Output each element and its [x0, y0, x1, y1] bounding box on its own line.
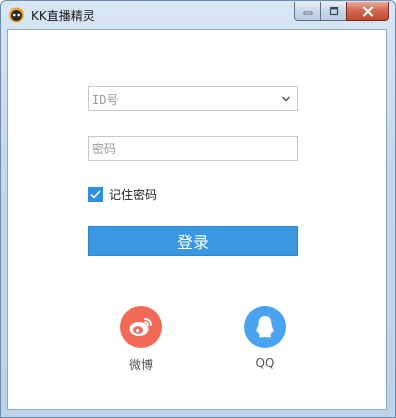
remember-label: 记住密码 [109, 187, 158, 202]
weibo-login[interactable]: 微博 [111, 306, 171, 373]
window-controls [294, 2, 389, 21]
weibo-icon [129, 318, 152, 336]
remember-checkbox[interactable] [88, 186, 103, 202]
qq-label: QQ [255, 356, 275, 370]
qq-icon [256, 316, 274, 338]
qq-button[interactable] [244, 306, 286, 348]
app-logo-icon [8, 6, 25, 23]
id-select[interactable]: ID号 [88, 86, 298, 111]
check-icon [90, 189, 101, 199]
chevron-down-icon [281, 96, 291, 102]
qq-login[interactable]: QQ [235, 306, 295, 370]
login-button[interactable]: 登录 [88, 226, 298, 256]
minimize-button[interactable] [294, 2, 320, 21]
password-field[interactable] [88, 136, 298, 161]
minimize-icon [303, 11, 312, 15]
weibo-label: 微博 [128, 358, 153, 372]
title-bar[interactable]: KK直播精灵 [1, 1, 395, 29]
window-title: KK直播精灵 [31, 9, 95, 23]
close-button[interactable] [346, 2, 389, 21]
close-icon [362, 5, 373, 17]
id-select-placeholder: ID号 [92, 93, 119, 107]
maximize-icon [329, 6, 338, 16]
weibo-button[interactable] [120, 306, 162, 348]
remember-password[interactable]: 记住密码 [88, 186, 157, 202]
maximize-button[interactable] [320, 2, 346, 21]
